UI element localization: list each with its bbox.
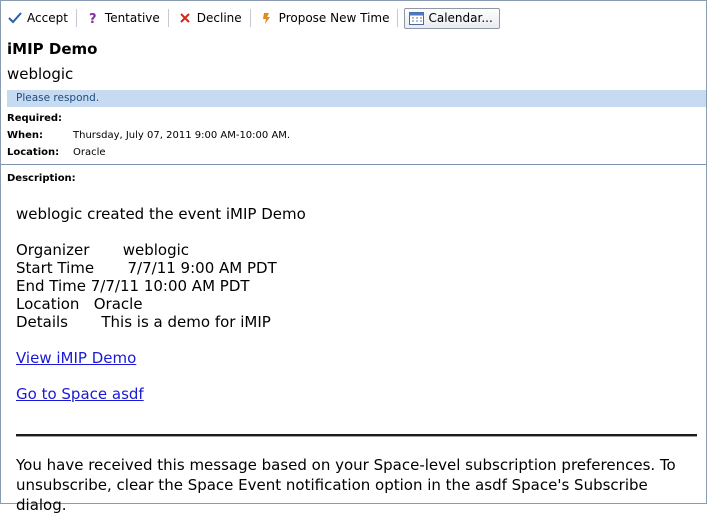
tentative-label: Tentative <box>104 11 160 25</box>
end-time-row: End Time 7/7/11 10:00 AM PDT <box>16 277 706 295</box>
respond-infobar: Please respond. <box>7 90 706 107</box>
svg-text:?: ? <box>89 12 97 25</box>
start-time-key: Start Time <box>16 259 128 277</box>
toolbar-separator <box>167 9 169 27</box>
created-line: weblogic created the event iMIP Demo <box>16 205 306 223</box>
subscription-notice: You have received this message based on … <box>16 456 676 514</box>
accept-button[interactable]: Accept <box>1 7 74 29</box>
event-title: iMIP Demo <box>7 40 98 58</box>
start-time-value: 7/7/11 9:00 AM PDT <box>127 259 277 277</box>
location-detail-row: Location Oracle <box>16 295 706 313</box>
details-value: This is a demo for iMIP <box>101 313 271 331</box>
toolbar: Accept ? Tentative Decline Propose New T… <box>1 1 706 36</box>
go-to-space-link[interactable]: Go to Space asdf <box>16 385 144 403</box>
checkmark-icon <box>7 10 23 26</box>
header-divider <box>1 164 706 165</box>
description-label: Description: <box>7 173 76 184</box>
location-key: Location <box>16 295 94 313</box>
calendar-icon <box>408 10 424 26</box>
required-row: Required: <box>7 113 73 124</box>
when-value: Thursday, July 07, 2011 9:00 AM-10:00 AM… <box>73 130 291 141</box>
calendar-label: Calendar... <box>428 11 493 25</box>
decline-label: Decline <box>196 11 242 25</box>
end-time-key: End Time <box>16 277 91 295</box>
location-value: Oracle <box>73 147 106 158</box>
toolbar-separator <box>75 9 77 27</box>
details-row: Details This is a demo for iMIP <box>16 313 706 331</box>
when-row: When: Thursday, July 07, 2011 9:00 AM-10:… <box>7 130 290 141</box>
location-row: Location: Oracle <box>7 147 106 158</box>
description-body: weblogic created the event iMIP Demo Org… <box>16 205 706 403</box>
view-event-link[interactable]: View iMIP Demo <box>16 349 136 367</box>
required-label: Required: <box>7 113 63 124</box>
propose-new-time-button[interactable]: Propose New Time <box>253 7 396 29</box>
organizer-row: Organizer weblogic <box>16 241 706 259</box>
footer-divider <box>16 434 697 437</box>
organizer-key: Organizer <box>16 241 123 259</box>
message-window: Accept ? Tentative Decline Propose New T… <box>0 0 707 514</box>
question-mark-icon: ? <box>85 10 101 26</box>
calendar-button[interactable]: Calendar... <box>404 7 500 29</box>
location-detail-value: Oracle <box>93 295 143 313</box>
propose-time-icon <box>259 10 275 26</box>
accept-label: Accept <box>27 11 68 25</box>
end-time-value: 7/7/11 10:00 AM PDT <box>90 277 250 295</box>
propose-label: Propose New Time <box>278 11 390 25</box>
tentative-button[interactable]: ? Tentative <box>79 7 166 29</box>
details-key: Details <box>16 313 102 331</box>
start-time-row: Start Time 7/7/11 9:00 AM PDT <box>16 259 706 277</box>
organizer-name: weblogic <box>7 65 74 83</box>
when-label: When: <box>7 130 44 141</box>
toolbar-separator <box>397 9 399 27</box>
toolbar-separator <box>249 9 251 27</box>
location-label: Location: <box>7 147 60 158</box>
decline-button[interactable]: Decline <box>171 7 248 29</box>
organizer-value: weblogic <box>122 241 190 259</box>
x-mark-icon <box>177 10 193 26</box>
